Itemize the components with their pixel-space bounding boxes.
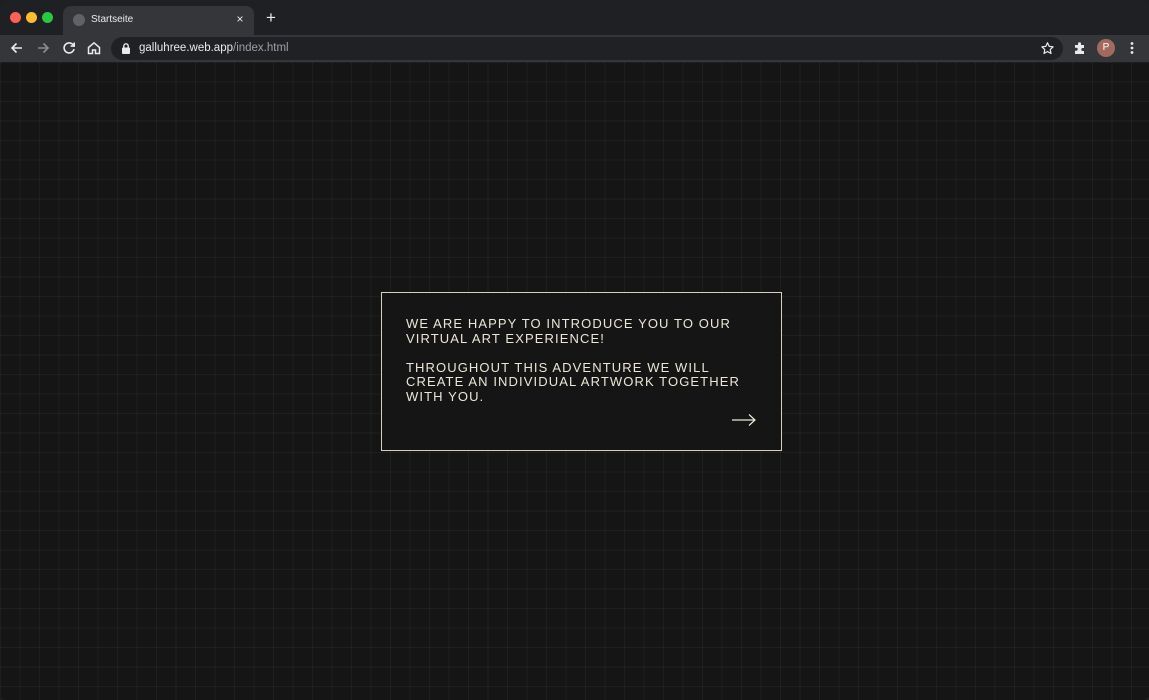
- close-window-button[interactable]: [10, 12, 21, 23]
- puzzle-icon: [1075, 42, 1084, 54]
- tab-startseite[interactable]: Startseite ×: [63, 6, 254, 35]
- page-content: WE ARE HAPPY TO INTRODUCE YOU TO OUR VIR…: [0, 62, 1149, 700]
- url-text: galluhree.web.app/index.html: [139, 42, 289, 54]
- address-bar[interactable]: galluhree.web.app/index.html: [111, 37, 1063, 60]
- browser-toolbar: galluhree.web.app/index.html P: [0, 35, 1149, 62]
- reload-button[interactable]: [60, 39, 78, 57]
- minimize-window-button[interactable]: [26, 12, 37, 23]
- intro-text: WE ARE HAPPY TO INTRODUCE YOU TO OUR VIR…: [406, 316, 756, 419]
- tab-strip: Startseite × +: [0, 0, 1149, 35]
- url-host: galluhree.web.app: [139, 42, 233, 54]
- url-path: /index.html: [233, 42, 289, 54]
- new-tab-button[interactable]: +: [262, 9, 280, 27]
- close-tab-icon[interactable]: ×: [233, 12, 247, 26]
- forward-button[interactable]: [34, 39, 52, 57]
- reload-icon: [63, 42, 75, 54]
- browser-menu-button[interactable]: [1123, 39, 1141, 57]
- home-icon: [87, 41, 101, 55]
- globe-icon: [73, 14, 85, 26]
- browser-window: Startseite × + galluhree.web.app/index.h…: [0, 0, 1149, 700]
- lock-icon[interactable]: [120, 42, 132, 55]
- home-button[interactable]: [85, 39, 103, 57]
- back-button[interactable]: [8, 39, 26, 57]
- extensions-button[interactable]: [1071, 39, 1089, 57]
- more-vertical-icon: [1130, 42, 1134, 54]
- intro-paragraph-1: WE ARE HAPPY TO INTRODUCE YOU TO OUR VIR…: [406, 316, 731, 346]
- intro-paragraph-2: THROUGHOUT THIS ADVENTURE WE WILL CREATE…: [406, 359, 740, 404]
- tab-title: Startseite: [91, 14, 134, 25]
- profile-avatar[interactable]: P: [1097, 39, 1115, 57]
- maximize-window-button[interactable]: [42, 12, 53, 23]
- arrow-right-icon: [38, 42, 50, 54]
- next-arrow-icon[interactable]: [731, 413, 757, 427]
- arrow-left-icon: [10, 42, 22, 54]
- bookmark-star-icon[interactable]: [1040, 41, 1055, 56]
- intro-card: WE ARE HAPPY TO INTRODUCE YOU TO OUR VIR…: [381, 292, 782, 451]
